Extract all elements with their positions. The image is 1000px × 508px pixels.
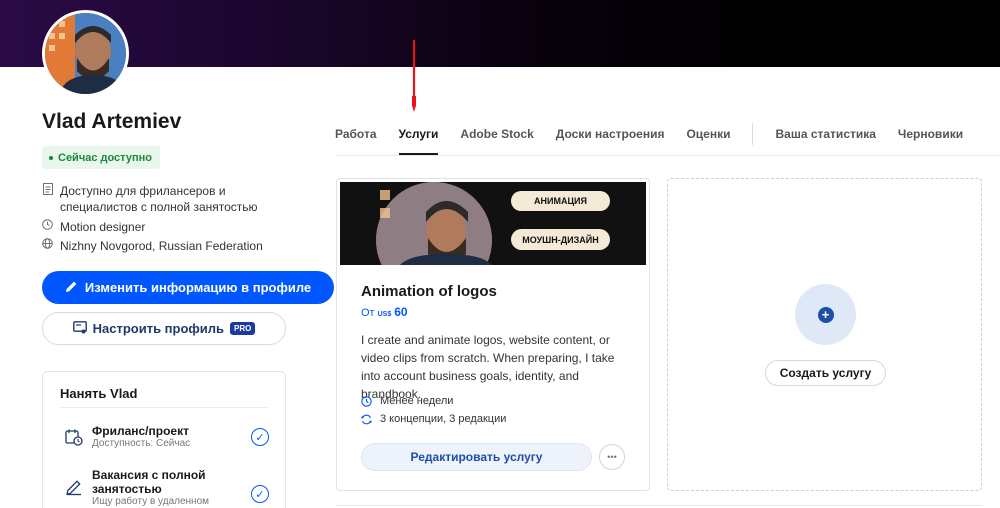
motion-design-badge: МОУШН-ДИЗАЙН [522, 234, 599, 245]
status-dot-icon [49, 155, 53, 160]
hire-option-title: Фриланс/проект [92, 424, 189, 438]
role-info: Motion designer [42, 219, 145, 235]
document-icon [42, 183, 53, 215]
revisions-info: 3 концепции, 3 редакции [361, 413, 506, 425]
delivery-time: Менее недели [361, 395, 453, 407]
location-text: Nizhny Novgorod, Russian Federation [60, 239, 263, 253]
create-service-button[interactable]: Создать услугу [765, 360, 886, 386]
calendar-clock-icon [65, 428, 83, 446]
availability-info: Доступно для фрилансеров и специалистов … [42, 183, 258, 215]
revisions-text: 3 концепции, 3 редакции [380, 413, 507, 425]
tab-moodboards[interactable]: Доски настроения [556, 127, 665, 155]
animation-badge: АНИМАЦИЯ [534, 196, 587, 206]
tab-work[interactable]: Работа [335, 127, 377, 155]
pro-badge: PRO [230, 322, 256, 335]
availability-line-1: Доступно для фрилансеров и [60, 184, 226, 198]
profile-banner [0, 0, 1000, 67]
hire-option-title: Вакансия с полной занятостью [92, 468, 206, 496]
tab-adobe-stock[interactable]: Adobe Stock [460, 127, 533, 155]
checkmark-icon: ✓ [251, 485, 269, 503]
divider [336, 505, 982, 506]
location-info: Nizhny Novgorod, Russian Federation [42, 238, 263, 254]
hire-option-fulltime[interactable]: Вакансия с полной занятостью Ищу работу … [63, 468, 273, 508]
avatar[interactable] [42, 10, 129, 97]
create-service-card[interactable]: + Создать услугу [667, 178, 982, 491]
tabs-divider [335, 155, 1000, 156]
delivery-text: Менее недели [380, 395, 454, 407]
create-service-circle[interactable]: + [795, 284, 856, 345]
hire-title: Нанять Vlad [60, 386, 138, 401]
plus-icon: + [817, 306, 834, 323]
divider [60, 407, 268, 408]
tab-reviews[interactable]: Оценки [686, 127, 730, 155]
service-card[interactable]: АНИМАЦИЯ МОУШН-ДИЗАЙН Animation of logos… [336, 178, 650, 491]
service-title[interactable]: Animation of logos [361, 283, 497, 300]
clock-icon [361, 395, 372, 407]
setup-profile-button[interactable]: Настроить профиль PRO [42, 312, 286, 345]
tab-statistics[interactable]: Ваша статистика [775, 127, 875, 155]
hire-option-freelance[interactable]: Фриланс/проект Доступность: Сейчас ✓ [63, 424, 273, 454]
hire-panel: Нанять Vlad Фриланс/проект Доступность: … [42, 371, 286, 508]
price-prefix: От [361, 307, 375, 319]
clock-icon [42, 219, 53, 235]
status-text: Сейчас доступно [58, 151, 152, 164]
refresh-icon [361, 414, 372, 425]
setup-profile-label: Настроить профиль [92, 321, 225, 336]
hire-option-subtitle: Доступность: Сейчас [92, 438, 191, 449]
edit-service-button[interactable]: Редактировать услугу [361, 443, 592, 471]
checkmark-icon: ✓ [251, 428, 269, 446]
profile-tabs: Работа Услуги Adobe Stock Доски настроен… [335, 123, 985, 155]
tab-divider [752, 123, 754, 145]
price-amount: 60 [394, 305, 408, 319]
price-currency: US$ [377, 311, 392, 318]
tab-services[interactable]: Услуги [398, 127, 438, 155]
tab-drafts[interactable]: Черновики [898, 127, 963, 155]
service-price: От US$ 60 [361, 305, 408, 319]
pencil-icon [65, 280, 78, 296]
edit-profile-label: Изменить информацию в профиле [84, 280, 312, 295]
status-badge: Сейчас доступно [42, 146, 160, 169]
pen-document-icon [65, 478, 83, 496]
service-cover-image[interactable]: АНИМАЦИЯ МОУШН-ДИЗАЙН [340, 182, 646, 265]
customize-icon [72, 320, 87, 337]
service-description: I create and animate logos, website cont… [361, 333, 615, 401]
profile-name: Vlad Artemiev [42, 110, 182, 133]
annotation-arrow-icon [412, 40, 416, 112]
globe-icon [42, 238, 53, 254]
availability-line-2: специалистов с полной занятостью [60, 200, 258, 214]
edit-profile-button[interactable]: Изменить информацию в профиле [42, 271, 334, 304]
role-text: Motion designer [60, 220, 146, 234]
ellipsis-icon[interactable]: ••• [599, 444, 625, 470]
hire-option-subtitle: Ищу работу в удаленном [92, 496, 210, 507]
